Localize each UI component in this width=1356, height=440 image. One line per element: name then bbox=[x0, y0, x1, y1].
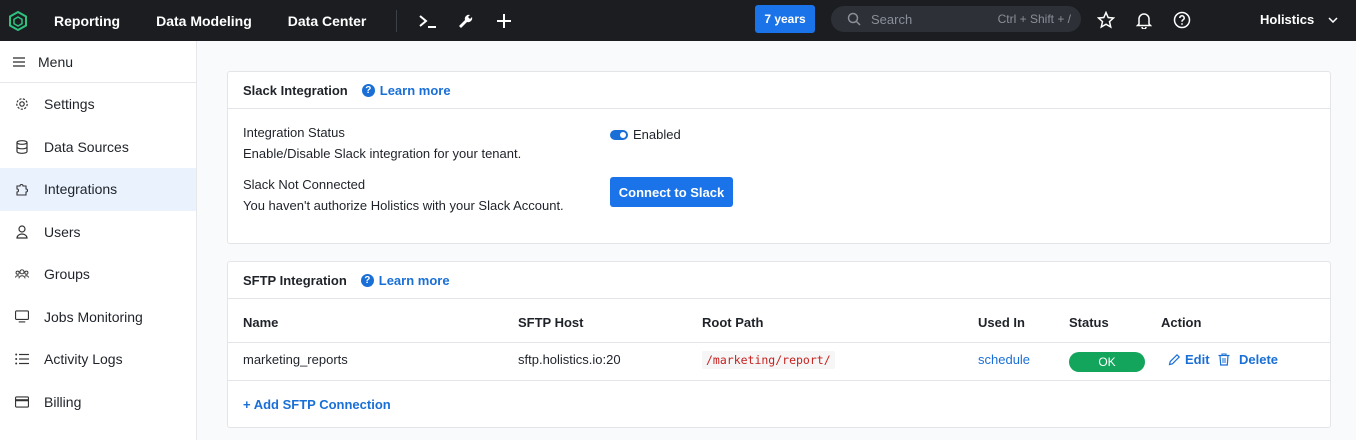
search-icon bbox=[847, 12, 861, 26]
sidebar-item-label: Activity Logs bbox=[44, 351, 123, 368]
search-input[interactable] bbox=[871, 11, 981, 27]
sidebar-item-billing[interactable]: Billing bbox=[0, 381, 196, 424]
years-badge[interactable]: 7 years bbox=[755, 5, 815, 33]
slack-learn-more-link[interactable]: ? Learn more bbox=[361, 82, 451, 98]
slack-panel-header: Slack Integration ? Learn more bbox=[228, 72, 1330, 109]
hamburger-icon bbox=[13, 56, 25, 67]
sftp-integration-panel: SFTP Integration ? Learn more Name SFTP … bbox=[227, 261, 1331, 428]
sftp-learn-more-link[interactable]: ? Learn more bbox=[360, 272, 450, 288]
delete-button[interactable]: Delete bbox=[1218, 352, 1278, 367]
col-header-status: Status bbox=[1069, 315, 1109, 330]
slack-panel-title: Slack Integration bbox=[243, 82, 348, 98]
tenant-menu[interactable]: Holistics bbox=[1260, 12, 1338, 27]
nav-divider bbox=[396, 9, 398, 32]
bell-icon[interactable] bbox=[1133, 9, 1155, 31]
sidebar-item-label: Settings bbox=[44, 96, 95, 113]
sidebar-item-label: Integrations bbox=[44, 181, 118, 198]
col-header-used-in: Used In bbox=[978, 315, 1025, 330]
toggle-track bbox=[610, 129, 628, 140]
nav-reporting[interactable]: Reporting bbox=[36, 13, 138, 29]
list-icon bbox=[15, 352, 29, 366]
row-host: sftp.holistics.io:20 bbox=[518, 352, 621, 367]
col-header-root-path: Root Path bbox=[702, 315, 764, 330]
gear-icon bbox=[15, 97, 29, 111]
nav-data-modeling[interactable]: Data Modeling bbox=[138, 13, 270, 29]
sidebar: Menu Settings Data Sources Integrations … bbox=[0, 41, 197, 440]
learn-more-label: Learn more bbox=[378, 272, 450, 288]
toggle-knob bbox=[620, 131, 626, 138]
table-header-divider bbox=[228, 342, 1330, 343]
delete-label: Delete bbox=[1239, 352, 1279, 367]
toggle-label: Enabled bbox=[633, 127, 681, 142]
question-circle-icon: ? bbox=[360, 273, 374, 287]
integration-status-block: Integration Status Enable/Disable Slack … bbox=[243, 122, 521, 164]
slack-integration-panel: Slack Integration ? Learn more Integrati… bbox=[227, 71, 1331, 244]
add-sftp-connection-link[interactable]: + Add SFTP Connection bbox=[243, 397, 391, 412]
menu-label: Menu bbox=[38, 53, 74, 70]
trash-icon bbox=[1218, 353, 1230, 366]
col-header-action: Action bbox=[1161, 315, 1202, 330]
row-used-in-link[interactable]: schedule bbox=[978, 352, 1030, 367]
edit-button[interactable]: Edit bbox=[1168, 352, 1210, 367]
terminal-icon[interactable] bbox=[409, 0, 447, 41]
user-icon bbox=[15, 225, 29, 239]
pencil-icon bbox=[1168, 353, 1181, 366]
root-path-code: /marketing/report/ bbox=[702, 351, 835, 369]
help-icon[interactable] bbox=[1171, 9, 1193, 31]
wrench-icon[interactable] bbox=[447, 0, 485, 41]
row-name: marketing_reports bbox=[243, 352, 348, 367]
chevron-down-icon bbox=[1328, 16, 1338, 23]
monitor-icon bbox=[15, 310, 29, 324]
question-circle-icon: ? bbox=[361, 83, 375, 97]
nav-data-center[interactable]: Data Center bbox=[270, 13, 385, 29]
group-icon bbox=[15, 267, 29, 281]
sidebar-item-integrations[interactable]: Integrations bbox=[0, 168, 196, 211]
learn-more-label: Learn more bbox=[379, 82, 451, 98]
sidebar-item-users[interactable]: Users bbox=[0, 211, 196, 254]
integration-status-desc: Enable/Disable Slack integration for you… bbox=[243, 146, 522, 161]
sidebar-item-activity-logs[interactable]: Activity Logs bbox=[0, 338, 196, 381]
search-shortcut: Ctrl + Shift + / bbox=[997, 12, 1071, 26]
sftp-panel-title: SFTP Integration bbox=[243, 272, 347, 288]
slack-connection-desc: You haven't authorize Holistics with you… bbox=[243, 198, 564, 213]
database-icon bbox=[15, 139, 29, 154]
row-root-path: /marketing/report/ bbox=[702, 351, 835, 369]
sidebar-item-data-sources[interactable]: Data Sources bbox=[0, 126, 196, 169]
sftp-panel-header: SFTP Integration ? Learn more bbox=[228, 262, 1330, 299]
menu-toggle[interactable]: Menu bbox=[0, 41, 196, 83]
sidebar-item-label: Groups bbox=[44, 266, 90, 283]
slack-connection-title: Slack Not Connected bbox=[243, 177, 366, 192]
sidebar-item-jobs-monitoring[interactable]: Jobs Monitoring bbox=[0, 296, 196, 339]
sidebar-item-label: Data Sources bbox=[44, 138, 129, 155]
star-icon[interactable] bbox=[1095, 9, 1117, 31]
table-row-divider bbox=[228, 380, 1330, 381]
status-badge: OK bbox=[1069, 352, 1145, 372]
col-header-name: Name bbox=[243, 315, 279, 330]
sidebar-item-label: Billing bbox=[44, 393, 82, 410]
integration-status-title: Integration Status bbox=[243, 125, 345, 140]
edit-label: Edit bbox=[1185, 352, 1210, 367]
search-box[interactable]: Ctrl + Shift + / bbox=[831, 6, 1081, 32]
sidebar-item-settings[interactable]: Settings bbox=[0, 83, 196, 126]
slack-connection-block: Slack Not Connected You haven't authoriz… bbox=[243, 174, 564, 216]
credit-card-icon bbox=[15, 395, 29, 409]
sidebar-item-label: Users bbox=[44, 223, 81, 240]
sidebar-item-groups[interactable]: Groups bbox=[0, 253, 196, 296]
col-header-host: SFTP Host bbox=[518, 315, 584, 330]
connect-to-slack-button[interactable]: Connect to Slack bbox=[610, 177, 733, 207]
holistics-logo-icon[interactable] bbox=[0, 0, 36, 41]
tenant-name: Holistics bbox=[1260, 12, 1315, 27]
puzzle-icon bbox=[15, 182, 29, 196]
slack-enabled-toggle[interactable]: Enabled bbox=[610, 127, 681, 142]
plus-icon[interactable] bbox=[485, 0, 523, 41]
sidebar-item-label: Jobs Monitoring bbox=[44, 308, 143, 325]
